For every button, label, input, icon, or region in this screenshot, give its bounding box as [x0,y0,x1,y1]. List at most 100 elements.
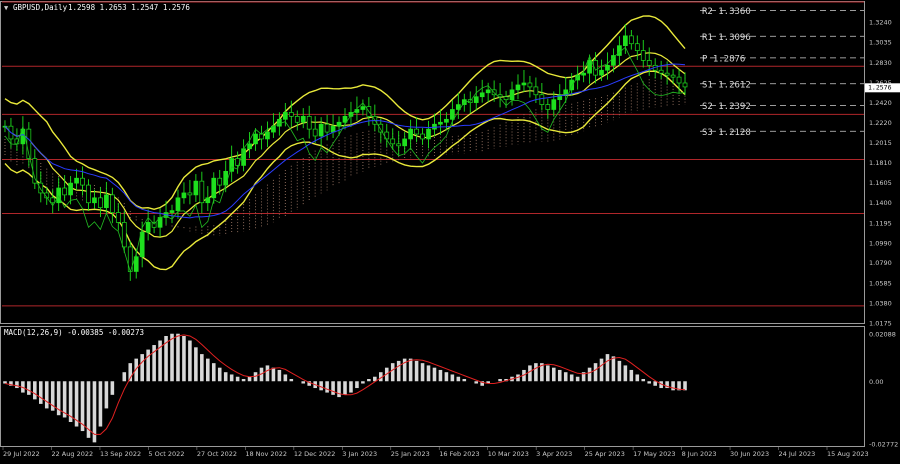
candle-body [300,116,306,123]
candle-body [378,123,384,133]
candle-body [217,177,223,186]
candle-body [205,197,211,204]
candle-body [211,177,217,199]
candle-body [605,64,610,71]
price-tick-label: 1.0380 [869,299,892,307]
candle-body [646,60,652,66]
candle-body [515,84,521,91]
candle-body [121,222,127,248]
candle-body [193,180,199,196]
candle-body [473,96,479,103]
date-tick-label: 13 Sep 2022 [100,450,141,458]
candle-body [664,72,670,76]
price-tick-label: 1.0585 [869,279,892,287]
date-tick-label: 18 Nov 2022 [245,450,287,458]
candle-body [104,194,109,209]
price-tick-label: 1.2015 [869,139,892,147]
date-tick-label: 22 Aug 2022 [51,450,93,458]
date-tick-label: 30 Jun 2023 [730,450,769,458]
candle-body [92,197,97,204]
date-tick-label: 10 Mar 2023 [488,450,529,458]
macd-label: MACD(12,26,9) -0.00385 -0.00273 [4,328,144,337]
date-tick-label: 16 Feb 2023 [439,450,479,458]
candle-body [533,86,539,96]
price-tick-label: 1.1400 [869,199,892,207]
pivot-label: R2 1.3360 [702,7,751,17]
price-tick-label: 1.3240 [869,19,892,27]
date-tick-label: 24 Jul 2023 [779,450,816,458]
candle-body [247,143,252,150]
candle-body [414,128,419,135]
candle-body [187,192,193,196]
ohlc-values: 1.2598 1.2653 1.2547 1.2576 [68,3,190,12]
price-tick-label: 1.2830 [869,59,892,67]
candle-body [539,94,545,105]
candle-body [438,121,443,125]
candle-body [563,89,569,96]
macd-tick-label: -0.02772 [869,441,898,449]
date-tick-label: 5 Oct 2022 [148,450,184,458]
price-tick-label: 1.0175 [869,320,892,328]
candle-body [676,76,682,84]
date-tick-label: 8 Jun 2023 [682,450,717,458]
chart-canvas[interactable]: R2 1.3360 R1 1.3096 P 1.2876 S1 1.2612 S2 1.… [0,0,900,460]
price-tick-label: 1.0990 [869,239,892,247]
candle-body [175,197,181,211]
candle-body [288,112,294,117]
candle-body [115,212,121,223]
pivot-label: S1 1.2612 [702,80,751,90]
candle-body [139,231,145,258]
candle-body [628,35,634,45]
candle-body [181,192,187,199]
price-tick-label: 1.1195 [869,219,892,227]
price-tick-label: 1.2220 [869,119,892,127]
candle-body [503,96,509,101]
candle-body [527,82,533,88]
candle-body [658,69,664,74]
candle-body [426,128,431,140]
date-tick-label: 3 Apr 2023 [536,450,572,458]
date-tick-label: 27 Oct 2022 [197,450,237,458]
pivot-label: P 1.2876 [702,54,745,64]
candle-body [444,118,449,123]
symbol-label: GBPUSD,Daily [13,3,68,12]
candle-body [670,74,676,78]
candle-body [306,116,312,130]
candle-body [396,143,402,147]
candle-body [110,194,115,213]
candle-body [402,138,408,147]
candle-body [241,148,246,166]
price-tick-label: 1.0790 [869,259,892,267]
macd-tick-label: 0.00 [869,378,883,386]
pivot-label: S2 1.2392 [702,102,751,112]
date-tick-label: 12 Dec 2022 [294,450,336,458]
candle-body [485,89,491,94]
candle-body [265,131,270,140]
candle-body [640,50,646,61]
candle-body [253,133,258,145]
candle-body [581,72,586,76]
candle-body [223,170,229,186]
candle-body [634,43,640,51]
price-tick-label: 1.3035 [869,39,892,47]
date-tick-label: 25 Jan 2023 [391,450,430,458]
date-tick-label: 17 May 2023 [633,450,675,458]
candle-body [145,222,151,233]
price-tick-label: 1.2420 [869,99,892,107]
candle-body [169,210,175,213]
candle-body [521,82,527,86]
candle-body [336,121,342,127]
candle-body [68,182,73,196]
candle-body [324,123,330,133]
candle-body [229,158,235,172]
date-tick-label: 29 Jul 2022 [3,450,40,458]
candle-body [408,128,413,140]
candle-body [32,158,38,184]
candle-body [623,35,628,47]
price-tick-label: 1.1810 [869,159,892,167]
candle-body [682,82,688,88]
candle-body [450,109,455,120]
candle-body [151,222,157,228]
candle-body [80,177,85,186]
last-price-label: 1.2576 [868,84,892,92]
